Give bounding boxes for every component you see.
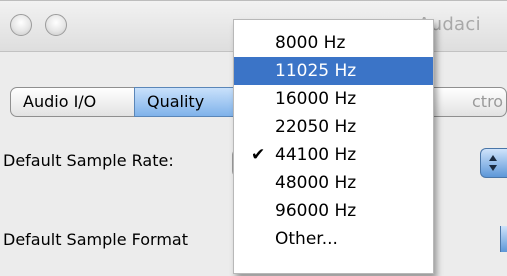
menu-item-8000[interactable]: 8000 Hz	[234, 29, 433, 57]
menu-item-other[interactable]: Other...	[234, 225, 433, 253]
menu-item-label: 8000 Hz	[275, 33, 346, 53]
menu-item-44100[interactable]: ✔ 44100 Hz	[234, 141, 433, 169]
menu-item-label: 96000 Hz	[275, 201, 357, 221]
menu-item-48000[interactable]: 48000 Hz	[234, 169, 433, 197]
tab-label: Audio I/O	[23, 92, 97, 111]
menu-item-16000[interactable]: 16000 Hz	[234, 85, 433, 113]
menu-item-label: 16000 Hz	[275, 89, 357, 109]
menu-item-96000[interactable]: 96000 Hz	[234, 197, 433, 225]
tab-spectrograms[interactable]: ctro	[434, 87, 507, 117]
menu-item-label: 11025 Hz	[275, 61, 357, 81]
sample-rate-popup-stepper[interactable]	[480, 148, 507, 178]
menu-item-label: 44100 Hz	[275, 145, 357, 165]
tab-label: Quality	[147, 92, 205, 111]
menu-item-label: 48000 Hz	[275, 173, 357, 193]
sample-rate-label: Default Sample Rate:	[3, 151, 174, 170]
menu-item-label: 22050 Hz	[275, 117, 357, 137]
menu-item-22050[interactable]: 22050 Hz	[234, 113, 433, 141]
menu-item-label: Other...	[275, 229, 338, 249]
tab-audio-io[interactable]: Audio I/O	[10, 87, 135, 117]
sample-rate-dropdown-menu: 8000 Hz 11025 Hz 16000 Hz 22050 Hz ✔ 441…	[233, 19, 434, 274]
preferences-window: Audaci Audio I/O Quality ctro Default Sa…	[0, 0, 507, 276]
tab-label: ctro	[472, 92, 504, 111]
sample-format-popup[interactable]	[500, 226, 507, 252]
close-window-button[interactable]	[10, 14, 32, 36]
minimize-window-button[interactable]	[45, 14, 67, 36]
up-down-arrows-icon	[489, 155, 497, 171]
menu-item-11025[interactable]: 11025 Hz	[234, 57, 433, 85]
checkmark-icon: ✔	[251, 145, 266, 165]
sample-format-label: Default Sample Format	[3, 230, 189, 249]
